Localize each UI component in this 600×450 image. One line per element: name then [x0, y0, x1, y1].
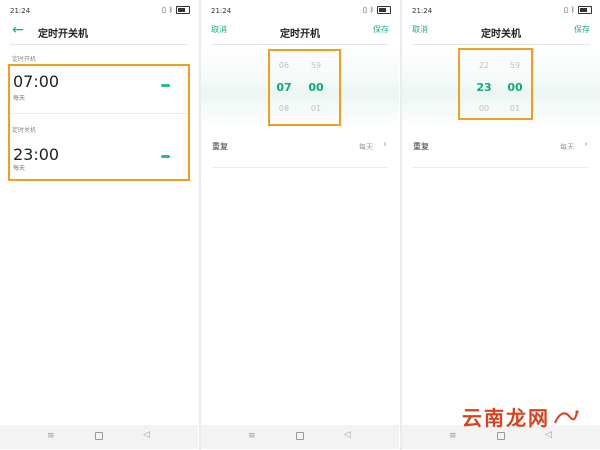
back-triangle-icon[interactable]: ◁	[545, 430, 552, 440]
nav-bar: ≡ ◁	[201, 425, 399, 449]
highlight-box	[8, 64, 190, 181]
repeat-value: 每天	[359, 143, 373, 151]
back-triangle-icon[interactable]: ◁	[344, 430, 351, 440]
header-divider	[211, 44, 389, 45]
save-button[interactable]: 保存	[373, 24, 389, 35]
status-icons: ▯ ᛒ	[363, 6, 391, 14]
back-arrow-icon[interactable]: ←	[12, 22, 24, 38]
page-title: 定时关机	[481, 29, 521, 40]
repeat-value: 每天	[560, 143, 574, 151]
battery-icon	[176, 6, 190, 14]
highlight-box	[458, 48, 533, 120]
status-icons: ▯ ᛒ	[162, 6, 190, 14]
battery-icon	[578, 6, 592, 14]
menu-icon[interactable]: ≡	[248, 431, 256, 441]
status-bar: 21:24 ▯ ᛒ	[0, 0, 198, 20]
bluetooth-icon: ᛒ	[570, 6, 575, 14]
chevron-right-icon: ›	[383, 139, 387, 150]
status-bar: 21:24 ▯ ᛒ	[201, 0, 399, 20]
save-button[interactable]: 保存	[574, 24, 590, 35]
vibrate-icon: ▯	[362, 6, 367, 14]
status-icons: ▯ ᛒ	[564, 6, 592, 14]
power-off-screen: 21:24 ▯ ᛒ 取消 定时关机 保存 22 23 00 59 00 01 重…	[402, 0, 600, 450]
menu-icon[interactable]: ≡	[449, 431, 457, 441]
header-divider	[412, 44, 590, 45]
status-time: 21:24	[211, 7, 232, 15]
home-square-icon[interactable]	[296, 432, 304, 440]
dragon-logo-icon	[554, 409, 579, 423]
nav-bar: ≡ ◁	[0, 425, 198, 449]
menu-icon[interactable]: ≡	[47, 431, 55, 441]
vibrate-icon: ▯	[161, 6, 166, 14]
row-divider	[211, 167, 389, 168]
home-square-icon[interactable]	[95, 432, 103, 440]
back-triangle-icon[interactable]: ◁	[143, 430, 150, 440]
repeat-label: 重复	[413, 142, 429, 151]
header-divider	[10, 44, 188, 45]
chevron-right-icon: ›	[584, 139, 588, 150]
status-time: 21:24	[10, 7, 31, 15]
battery-icon	[377, 6, 391, 14]
page-title: 定时开关机	[38, 29, 88, 40]
status-bar: 21:24 ▯ ᛒ	[402, 0, 600, 20]
home-square-icon[interactable]	[497, 432, 505, 440]
power-on-screen: 21:24 ▯ ᛒ 取消 定时开机 保存 06 07 08 59 00 01 重…	[201, 0, 399, 450]
schedule-power-screen: 21:24 ▯ ᛒ ← 定时开关机 定时开机 07:00 每天 定时关机 23:…	[0, 0, 198, 450]
bluetooth-icon: ᛒ	[369, 6, 374, 14]
status-time: 21:24	[412, 7, 433, 15]
page-title: 定时开机	[280, 29, 320, 40]
watermark-text: 云南龙网	[462, 406, 550, 430]
repeat-label: 重复	[212, 142, 228, 151]
bluetooth-icon: ᛒ	[168, 6, 173, 14]
highlight-box	[268, 49, 341, 126]
watermark: 云南龙网	[462, 402, 579, 431]
row-divider	[412, 167, 590, 168]
power-on-section-label: 定时开机	[12, 56, 37, 63]
vibrate-icon: ▯	[563, 6, 568, 14]
